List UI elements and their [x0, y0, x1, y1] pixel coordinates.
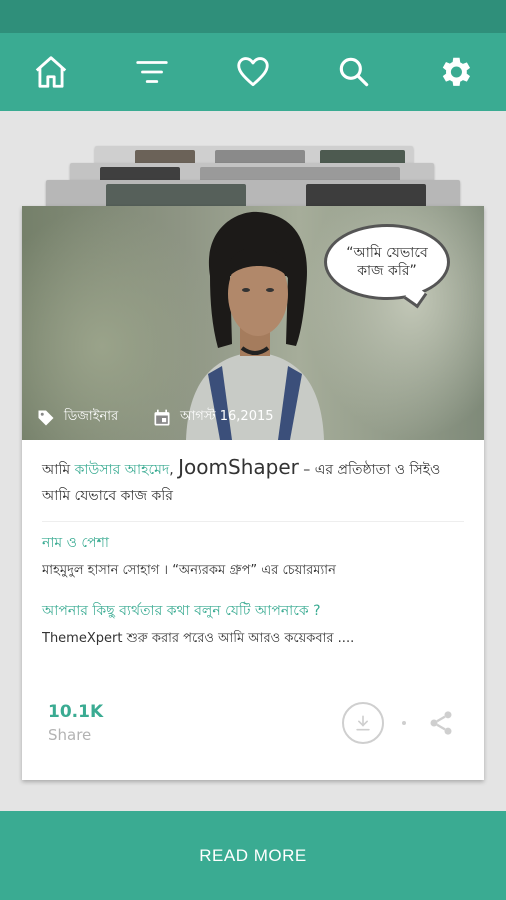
article-title[interactable]: আমি কাউসার আহমেদ, JoomShaper – এর প্রতিষ…	[22, 440, 484, 509]
article-meta: ডিজাইনার আগস্ট 16,2015	[36, 407, 274, 428]
filter-icon	[136, 61, 168, 83]
article-date: আগস্ট 16,2015	[180, 409, 274, 424]
download-icon	[356, 715, 370, 731]
share-count: 10.1K	[48, 702, 104, 722]
favorites-button[interactable]	[223, 42, 283, 102]
share-stats: 10.1K Share	[48, 702, 103, 744]
home-icon	[35, 56, 66, 88]
article-category[interactable]: ডিজাইনার	[64, 407, 118, 428]
divider	[42, 521, 464, 522]
heart-icon	[237, 57, 269, 87]
speech-line-2: কাজ করি”	[357, 263, 417, 279]
status-bar	[0, 0, 506, 33]
card-actions	[342, 702, 458, 744]
separator-dot	[402, 721, 406, 725]
article-card[interactable]: “আমি যেভাবে কাজ করি” ডিজাইনার আগস্ট 16,2…	[22, 206, 484, 780]
share-label: Share	[48, 726, 92, 744]
qa-answer: মাহমুদুল হাসান সোহাগ । “অন্যরকম গ্রুপ” এ…	[42, 563, 336, 578]
title-author[interactable]: কাউসার আহমেদ	[75, 462, 170, 478]
search-icon	[339, 57, 369, 87]
qa-answer: ThemeXpert শুরু করার পরেও আমি আরও কয়েকব…	[42, 631, 355, 646]
person-photo	[186, 211, 324, 440]
read-more-button[interactable]: READ MORE	[0, 811, 506, 900]
title-prefix: আমি	[42, 462, 75, 478]
title-comma: ,	[169, 462, 179, 478]
qa-question: আপনার কিছু ব্যর্থতার কথা বলুন যেটি আপনাক…	[42, 603, 321, 619]
share-icon	[430, 711, 452, 735]
settings-button[interactable]	[425, 42, 485, 102]
home-button[interactable]	[21, 42, 81, 102]
title-brand: JoomShaper	[178, 455, 299, 479]
qa-question: নাম ও পেশা	[42, 535, 109, 551]
calendar-icon	[154, 409, 170, 425]
gear-icon	[443, 57, 471, 86]
top-nav-bar	[0, 33, 506, 111]
share-button[interactable]	[424, 706, 458, 740]
article-hero-image[interactable]: “আমি যেভাবে কাজ করি” ডিজাইনার আগস্ট 16,2…	[22, 206, 484, 440]
download-button[interactable]	[342, 702, 384, 744]
search-button[interactable]	[324, 42, 384, 102]
speech-bubble: “আমি যেভাবে কাজ করি”	[324, 224, 450, 300]
filter-button[interactable]	[122, 42, 182, 102]
tag-icon	[38, 410, 54, 425]
speech-line-1: “আমি যেভাবে	[346, 245, 428, 261]
